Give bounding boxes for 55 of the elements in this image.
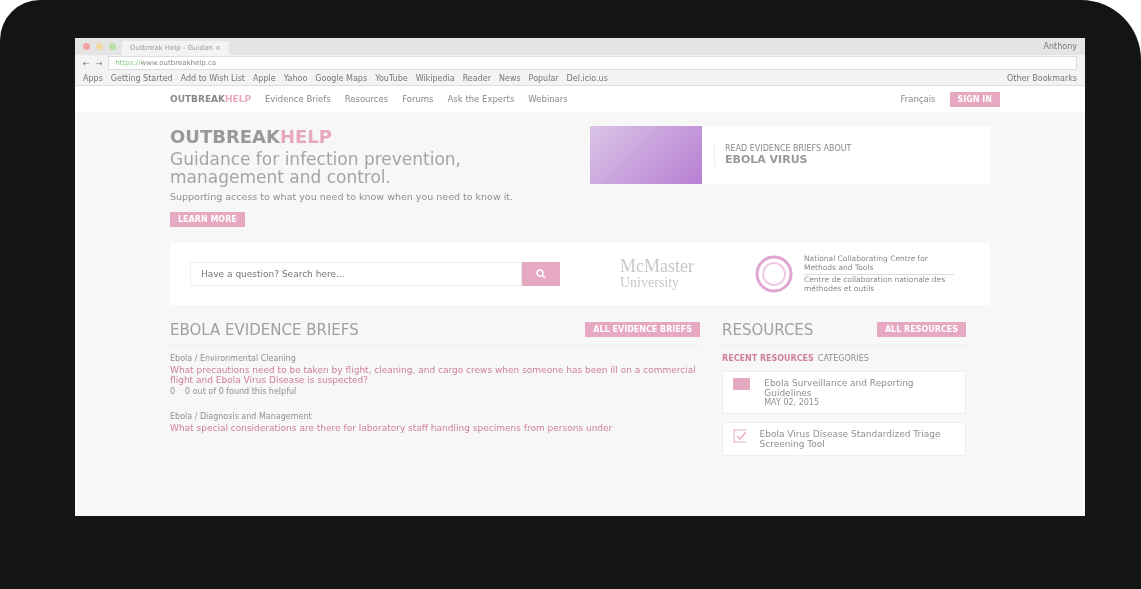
bookmark-link[interactable]: Wikipedia [415,73,455,83]
resource-title: Ebola Surveillance and Reporting Guidelines [764,377,915,398]
resource-tab[interactable]: CATEGORIES [817,353,869,363]
maximize-window-icon[interactable] [109,43,116,50]
nav-link[interactable]: Webinars [528,94,568,104]
resource-tab[interactable]: RECENT RESOURCES [722,353,814,363]
site-logo[interactable]: OUTBREAKHELP [170,94,251,104]
helpful-count: 0 out of 0 found this helpful [185,386,297,396]
bookmark-link[interactable]: Apps [83,73,103,83]
search-button[interactable] [522,261,560,286]
brief-category: Ebola / Environmental Cleaning [170,353,297,363]
brief-question-link[interactable]: What precautions need to be taken by flight, cleaning, and cargo crews when someone has been ill on a commercial flight and Ebola Virus Disease is suspected? [170,364,700,385]
search-field[interactable]: Have a question? Search here... [190,261,522,286]
feature-card[interactable]: READ EVIDENCE BRIEFS ABOUT EBOLA VIRUS [590,126,990,184]
forward-icon[interactable]: → [95,58,103,68]
all-resources-button[interactable]: ALL RESOURCES [876,322,966,338]
minimize-window-icon[interactable] [96,43,103,50]
resource-date: MAY 02, 2015 [764,397,820,407]
bookmark-link[interactable]: YouTube [375,73,408,83]
brief-question-link[interactable]: What special considerations are there for laboratory staff handling specimens from persons under [170,422,700,433]
all-briefs-button[interactable]: ALL EVIDENCE BRIEFS [585,322,700,338]
close-window-icon[interactable] [83,43,90,50]
language-link[interactable]: Français [900,94,936,104]
bookmark-link[interactable]: Other Bookmarks [1007,73,1077,83]
bookmark-link[interactable]: Popular [528,73,559,83]
checkbox-icon [733,428,746,443]
search-icon [536,268,546,279]
section-heading: EBOLA EVIDENCE BRIEFS [170,320,359,339]
nav-link[interactable]: Ask the Experts [447,94,515,104]
resource-card[interactable]: Ebola Virus Disease Standardized Triage Screening Tool [722,421,966,456]
nav-link[interactable]: Evidence Briefs [265,94,331,104]
sign-in-button[interactable]: SIGN IN [949,91,1000,107]
hero-subtitle: Supporting access to what you need to know when you need to know it. [170,190,515,202]
bookmark-link[interactable]: Del.icio.us [566,73,608,83]
feature-kicker: READ EVIDENCE BRIEFS ABOUT [725,144,852,153]
back-icon[interactable]: ← [83,58,90,68]
user-name: Anthony [1043,42,1077,51]
resource-card[interactable]: Ebola Surveillance and Reporting Guidelines MAY 02, 2015 [722,370,966,414]
bookmark-link[interactable]: Add to Wish List [180,73,245,83]
brief-category: Ebola / Diagnosis and Management [170,411,313,421]
bookmark-link[interactable]: Reader [462,73,491,83]
nav-link[interactable]: Forums [402,94,434,104]
bookmark-link[interactable]: Google Maps [315,73,368,83]
bookmark-link[interactable]: Yahoo [283,73,308,83]
nav-link[interactable]: Resources [344,94,389,104]
hero-heading: Guidance for infection prevention, management and control. [170,151,463,187]
comment-count: 0 [170,386,176,396]
bookmark-link[interactable]: Apple [253,73,276,83]
bookmark-link[interactable]: News [499,73,521,83]
learn-more-button[interactable]: LEARN MORE [170,211,245,227]
resource-title: Ebola Virus Disease Standardized Triage Screening Tool [759,428,942,449]
hero-title: OUTBREAKHELP [170,126,333,147]
section-heading: RESOURCES [722,320,814,339]
bookmark-link[interactable]: Getting Started [110,73,173,83]
feature-title: EBOLA VIRUS [725,153,809,166]
